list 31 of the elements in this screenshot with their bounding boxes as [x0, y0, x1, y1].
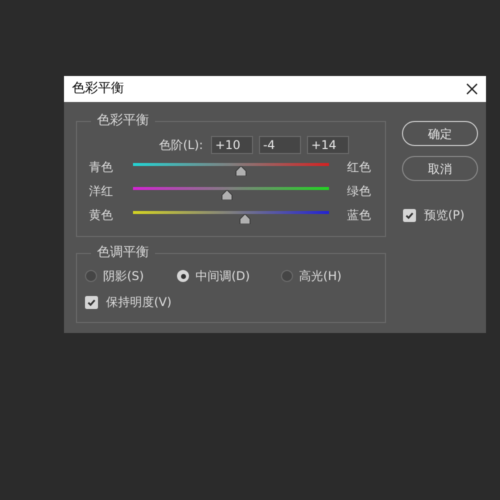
slider-left-label: 黄色 [89, 207, 114, 224]
level-input[interactable]: +14 [307, 136, 350, 154]
checkbox-label: 保持明度(V) [106, 294, 172, 311]
group-title: 色调平衡 [91, 245, 155, 261]
radio-button[interactable] [281, 270, 294, 282]
radio-button[interactable] [177, 270, 190, 282]
radio-button[interactable] [85, 270, 97, 282]
checkbox[interactable] [403, 208, 416, 222]
slider-right-label: 红色 [347, 159, 371, 176]
radio-label: 高光(H) [299, 268, 342, 285]
slider-left-label: 洋红 [89, 183, 114, 200]
checkbox[interactable] [85, 296, 98, 308]
checkbox-label: 预览(P) [424, 207, 465, 224]
radio-label: 阴影(S) [103, 268, 144, 285]
slider-left-label: 青色 [89, 159, 114, 176]
slider-right-label: 蓝色 [347, 207, 371, 224]
slider[interactable] [133, 163, 329, 177]
radio-label: 中间调(D) [195, 268, 250, 285]
levels-label: 色阶(L): [159, 137, 204, 154]
slider[interactable] [133, 211, 329, 225]
dialog-button[interactable]: 取消 [402, 156, 478, 181]
window-title: 色彩平衡 [72, 80, 124, 98]
check-icon [87, 298, 96, 306]
level-input[interactable]: +10 [211, 136, 254, 154]
dialog-button[interactable]: 确定 [402, 121, 478, 146]
check-icon [405, 210, 414, 220]
level-input[interactable]: -4 [259, 136, 302, 154]
close-icon[interactable] [466, 83, 478, 95]
slider-right-label: 绿色 [347, 183, 371, 200]
group-title: 色彩平衡 [91, 113, 155, 129]
slider[interactable] [133, 187, 329, 201]
